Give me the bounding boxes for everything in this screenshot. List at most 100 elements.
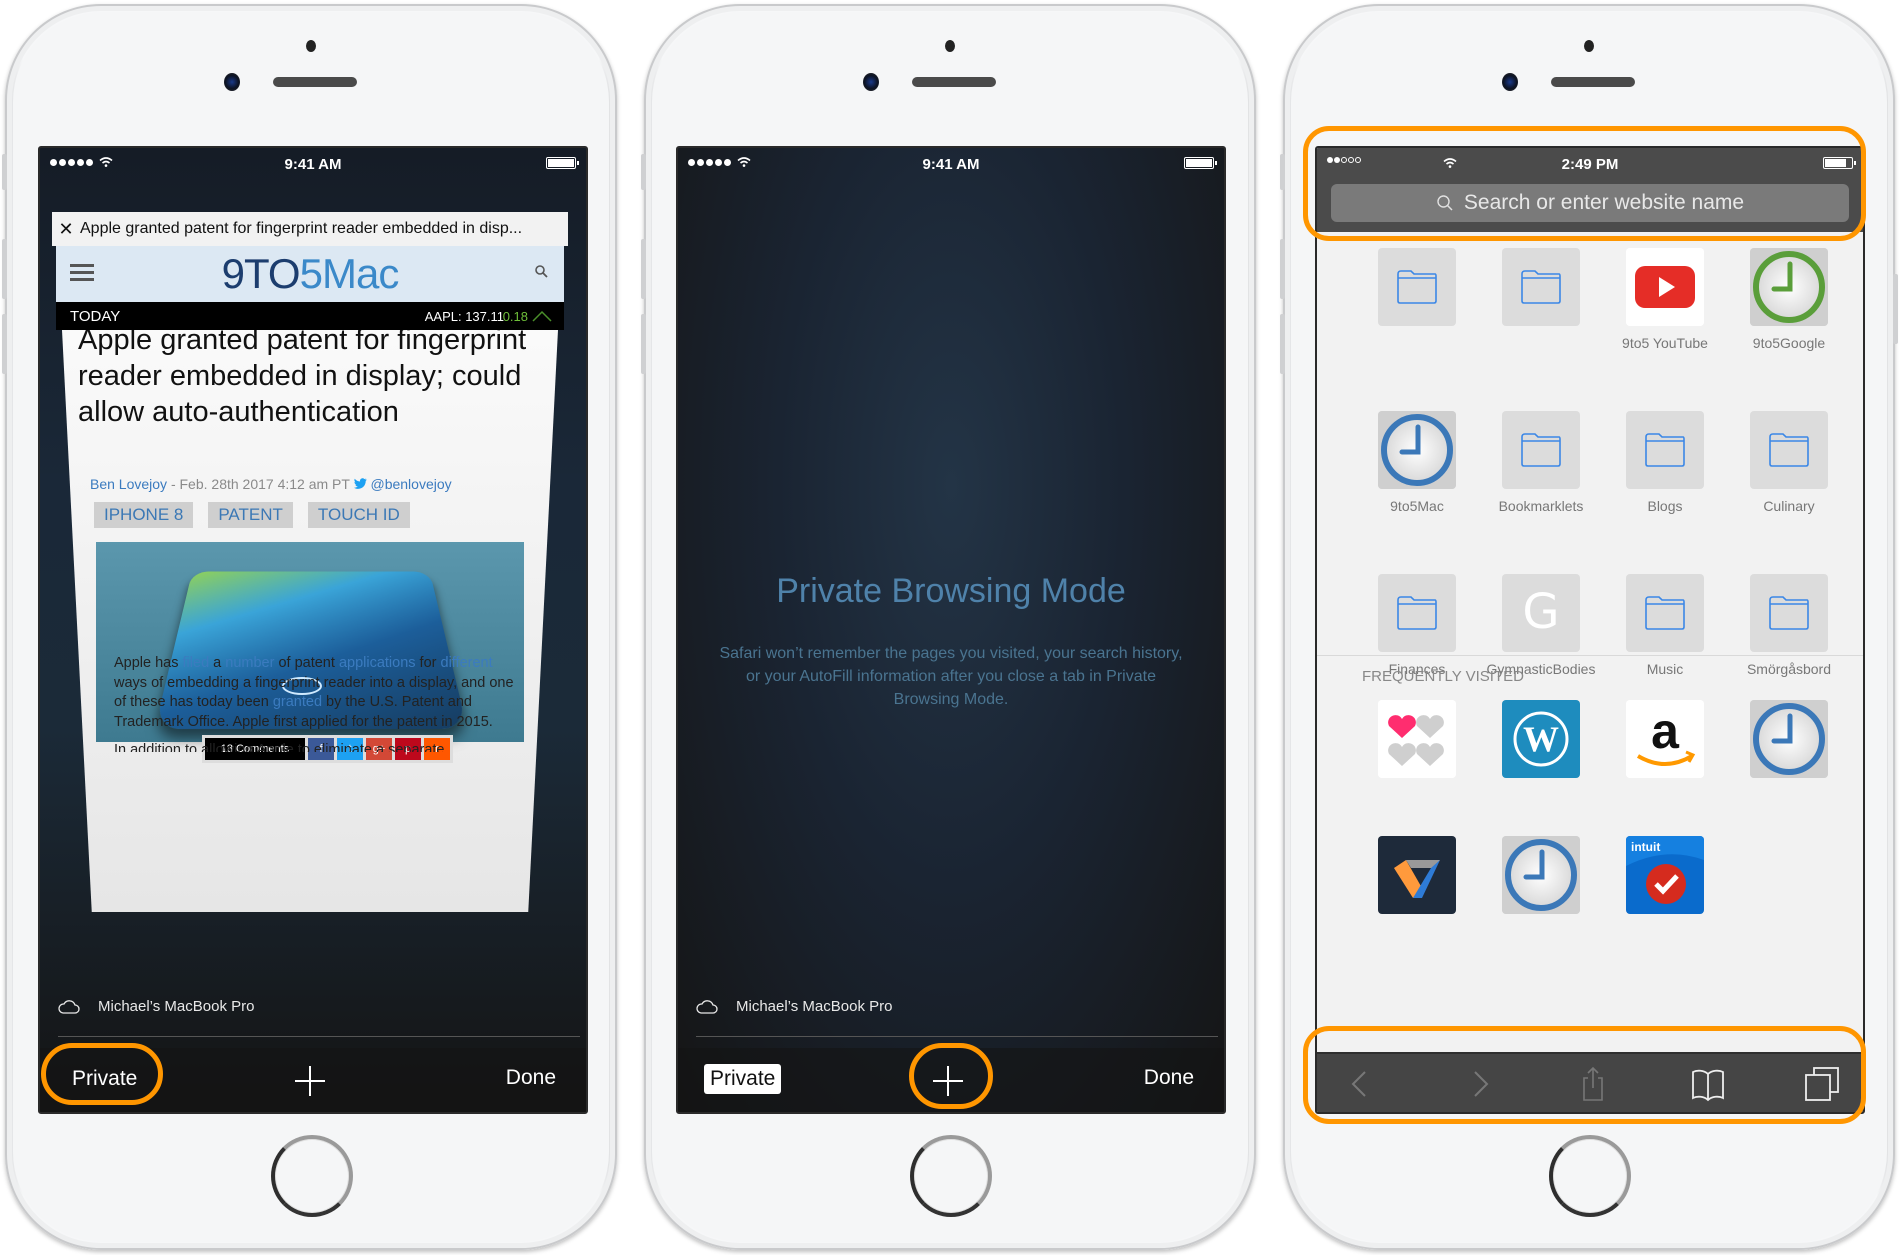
folder-icon [1750, 574, 1828, 652]
address-bar-area: 2:49 PM Search or enter website name [1317, 148, 1863, 232]
favorites-grid: 9to5 YouTube 9to5Google 9to5Mac Bookmarklet… [1355, 248, 1851, 697]
frequently-visited-tile[interactable]: a [1603, 700, 1727, 778]
tile-label: Bookmarklets [1498, 498, 1584, 514]
screen-favorites: 2:49 PM Search or enter website name 9to… [1315, 146, 1865, 1114]
icloud-tabs-device[interactable]: Michael’s MacBook Pro [696, 998, 892, 1015]
tab-toolbar: Private Done [678, 1048, 1224, 1112]
cloud-icon [58, 999, 80, 1014]
svg-text:intuit: intuit [1631, 840, 1660, 854]
home-button[interactable] [271, 1135, 353, 1217]
divider [696, 1036, 1218, 1037]
private-mode-title: Private Browsing Mode [776, 572, 1126, 610]
screen-tab-switcher: 9:41 AM ✕ Apple granted patent for finge… [38, 146, 588, 1114]
frequently-visited-tile[interactable] [1355, 700, 1479, 778]
favorite-tile[interactable]: 9to5Mac [1355, 411, 1479, 534]
divider [58, 1036, 580, 1037]
tile-label: 9to5 YouTube [1622, 335, 1708, 351]
twitter-handle-link: @benlovejoy [370, 476, 452, 492]
tile-label: Smörgåsbord [1746, 661, 1832, 677]
new-tab-plus-icon[interactable] [295, 1066, 325, 1096]
search-input[interactable]: Search or enter website name [1331, 184, 1849, 222]
ticker-today: TODAY [70, 308, 121, 325]
frequently-visited-tile[interactable]: W [1479, 700, 1603, 778]
frequently-visited-grid: Wa intuit [1355, 700, 1851, 914]
ticker-change: 0.18 [502, 309, 528, 324]
close-tab-icon[interactable]: ✕ [52, 219, 80, 240]
favorite-tile[interactable]: 9to5 YouTube [1603, 248, 1727, 371]
status-time: 9:41 AM [922, 156, 980, 173]
site-header: 9TO5Mac [56, 246, 564, 302]
new-tab-plus-icon[interactable] [933, 1066, 963, 1096]
up-arrow-icon [532, 310, 552, 322]
frequently-visited-tile[interactable]: intuit [1603, 836, 1727, 914]
divider [1317, 655, 1863, 656]
article-byline: Ben Lovejoy - Feb. 28th 2017 4:12 am PT … [90, 476, 452, 492]
article-headline: Apple granted patent for fingerprint rea… [78, 324, 527, 428]
back-icon[interactable] [1343, 1066, 1379, 1102]
battery-icon [546, 157, 579, 169]
iphone-frame-2: 9:41 AM Private Browsing Mode Safari won… [641, 4, 1256, 1250]
folder-icon [1378, 248, 1456, 326]
iphone-frame-1: 9:41 AM ✕ Apple granted patent for finge… [2, 4, 617, 1250]
clock-blue-icon [1378, 411, 1456, 489]
frequently-visited-tile[interactable] [1355, 836, 1479, 914]
favorite-tile[interactable] [1355, 248, 1479, 371]
favorite-tile[interactable]: Culinary [1727, 411, 1851, 534]
done-button[interactable]: Done [1144, 1066, 1194, 1090]
icloud-tabs-device[interactable]: Michael’s MacBook Pro [58, 998, 254, 1015]
earpiece-speaker [273, 77, 357, 87]
folder-icon [1626, 411, 1704, 489]
tab-title-bar[interactable]: ✕ Apple granted patent for fingerprint r… [52, 212, 568, 246]
favorite-tile[interactable]: Smörgåsbord [1727, 574, 1851, 697]
favorite-tile[interactable]: Blogs [1603, 411, 1727, 534]
svg-text:W: W [1523, 719, 1559, 759]
forward-icon[interactable] [1461, 1066, 1497, 1102]
front-camera [863, 73, 879, 91]
favorite-tile[interactable]: 9to5Google [1727, 248, 1851, 371]
letter-icon: G [1502, 574, 1580, 652]
private-button-active[interactable]: Private [704, 1064, 782, 1094]
stock-ticker: TODAY AAPL: 137.11 0.18 [56, 302, 564, 330]
tag: IPHONE 8 [94, 502, 194, 528]
done-button[interactable]: Done [506, 1066, 556, 1090]
status-bar: 2:49 PM [1317, 148, 1863, 182]
status-bar: 9:41 AM [678, 148, 1224, 182]
article-body: Apple has filed a number of patent appli… [114, 655, 514, 752]
folder-icon [1626, 574, 1704, 652]
youtube-icon [1626, 248, 1704, 326]
screen-private-mode: 9:41 AM Private Browsing Mode Safari won… [676, 146, 1226, 1114]
share-icon[interactable] [1575, 1066, 1611, 1102]
tile-label [1355, 335, 1479, 371]
svg-text:a: a [1651, 703, 1680, 759]
tabs-icon[interactable] [1804, 1066, 1840, 1102]
frequently-visited-tile[interactable] [1479, 836, 1603, 914]
frequently-visited-heading: FREQUENTLY VISITED [1362, 668, 1524, 685]
proximity-sensor [1584, 40, 1594, 52]
private-button[interactable]: Private [66, 1064, 143, 1094]
favorite-tile[interactable]: Music [1603, 574, 1727, 697]
home-button[interactable] [1549, 1135, 1631, 1217]
tag: PATENT [208, 502, 293, 528]
proximity-sensor [306, 40, 316, 52]
favorite-tile[interactable]: Bookmarklets [1479, 411, 1603, 534]
tile-label: 9to5Mac [1390, 498, 1444, 514]
proximity-sensor [945, 40, 955, 52]
folder-icon [1378, 574, 1456, 652]
safari-bottom-toolbar [1317, 1052, 1863, 1112]
tag-list: IPHONE 8 PATENT TOUCH ID [94, 502, 410, 528]
folder-icon [1750, 411, 1828, 489]
home-button[interactable] [910, 1135, 992, 1217]
tag: TOUCH ID [307, 502, 410, 528]
device-name: Michael’s MacBook Pro [98, 998, 255, 1015]
status-bar: 9:41 AM [40, 148, 586, 182]
battery-icon [1823, 157, 1856, 169]
bookmarks-icon[interactable] [1690, 1066, 1726, 1102]
frequently-visited-tile[interactable] [1727, 700, 1851, 778]
folder-icon [1502, 411, 1580, 489]
clock-blue-icon [1750, 700, 1828, 778]
tab-card[interactable]: ✕ Apple granted patent for fingerprint r… [52, 212, 568, 912]
favorite-tile[interactable] [1479, 248, 1603, 371]
battery-icon [1184, 157, 1217, 169]
device-name: Michael’s MacBook Pro [736, 998, 893, 1015]
veeam-icon [1378, 836, 1456, 914]
